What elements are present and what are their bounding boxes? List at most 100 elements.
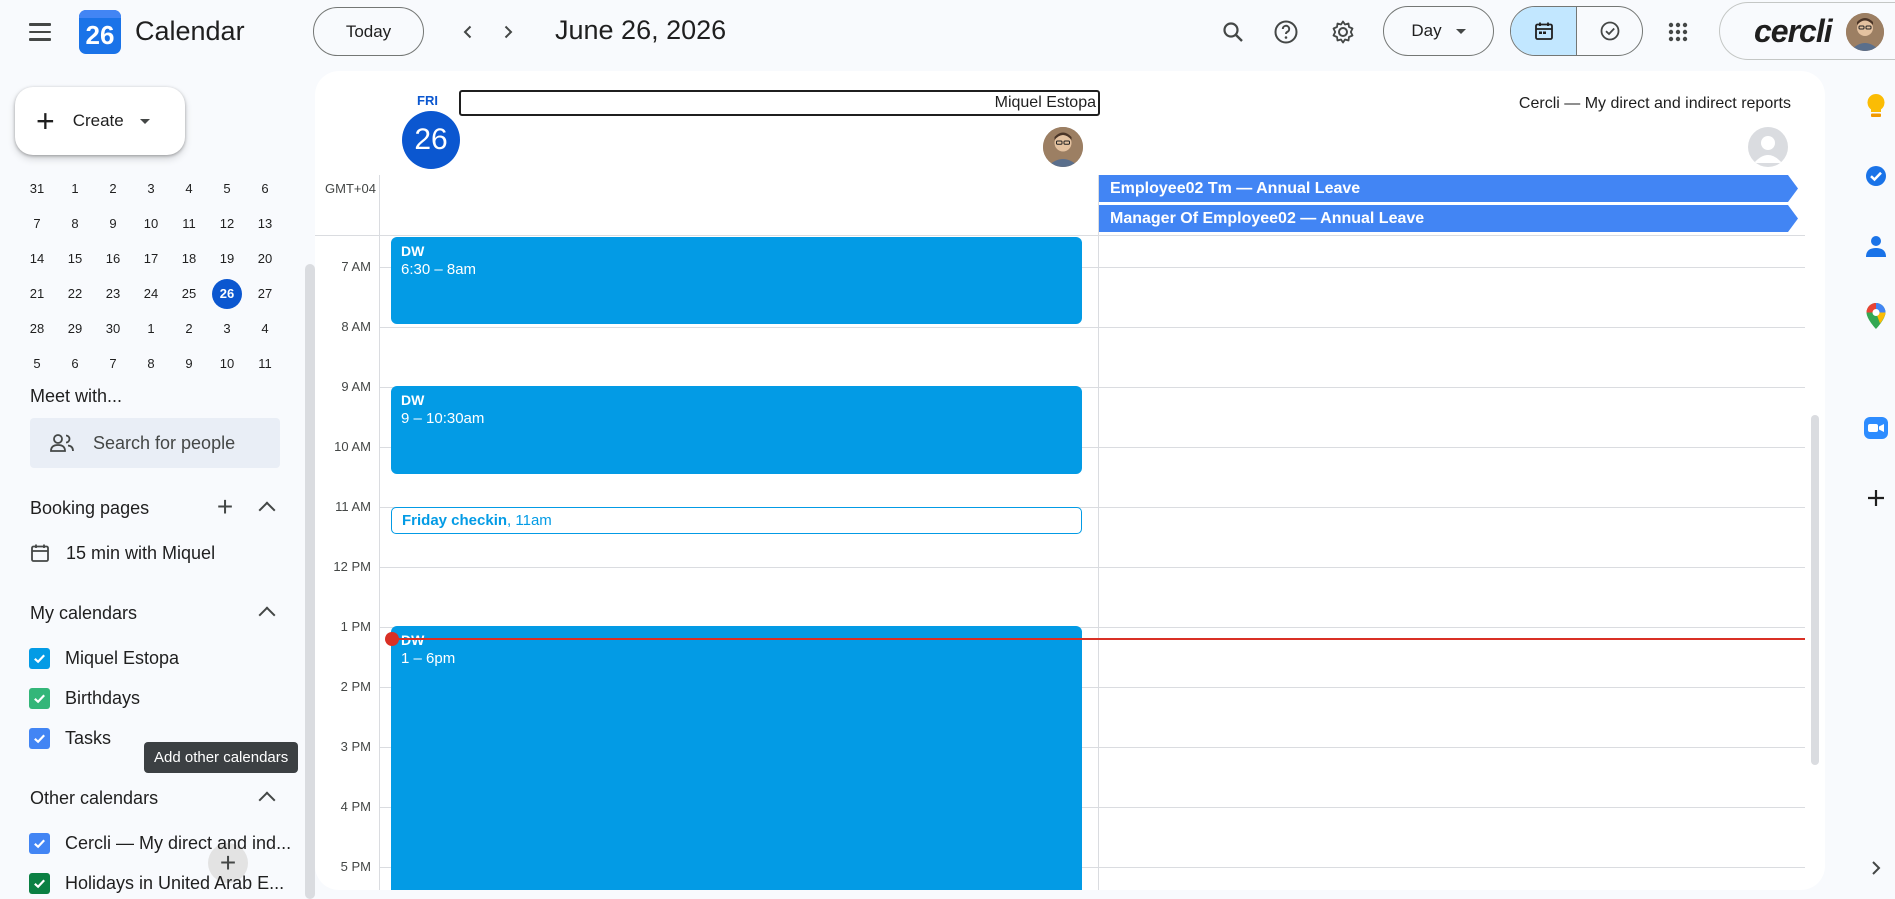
checkbox-checked-icon[interactable] <box>29 687 50 709</box>
column-person-name: Miquel Estopa <box>459 90 1100 116</box>
all-day-event[interactable]: Manager Of Employee02 — Annual Leave <box>1098 205 1798 232</box>
mini-calendar-day[interactable]: 23 <box>94 276 132 311</box>
hour-label: 10 AM <box>334 439 371 454</box>
search-people-input[interactable]: Search for people <box>30 418 280 468</box>
mini-calendar-day[interactable]: 11 <box>170 206 208 241</box>
checkbox-checked-icon[interactable] <box>29 872 50 894</box>
day-number-button[interactable]: 26 <box>402 111 460 169</box>
calendar-list-item[interactable]: Miquel Estopa <box>29 643 179 673</box>
all-day-event[interactable]: Employee02 Tm — Annual Leave <box>1098 175 1798 202</box>
tasks-check-icon[interactable] <box>1862 162 1890 190</box>
checkbox-checked-icon[interactable] <box>29 832 50 854</box>
mini-calendar-day[interactable]: 21 <box>18 276 56 311</box>
mini-calendar-day[interactable]: 3 <box>208 311 246 346</box>
apps-grid-icon[interactable] <box>1658 12 1698 52</box>
mini-calendar-week: 31 1 2 3 4 5 6 <box>18 171 286 206</box>
mini-calendar-day[interactable]: 9 <box>170 346 208 381</box>
today-button[interactable]: Today <box>313 7 424 56</box>
mini-calendar-day[interactable]: 14 <box>18 241 56 276</box>
collapse-other-calendars-button[interactable] <box>252 782 282 812</box>
mini-calendar-day[interactable]: 5 <box>18 346 56 381</box>
mini-calendar-day[interactable]: 24 <box>132 276 170 311</box>
mini-calendar-day[interactable]: 3 <box>132 171 170 206</box>
account-switcher[interactable]: cercli <box>1719 2 1895 60</box>
chevron-up-icon <box>258 606 276 624</box>
mini-calendar-day[interactable]: 9 <box>94 206 132 241</box>
grid-scrollbar[interactable] <box>1811 415 1819 765</box>
mini-calendar-day[interactable]: 8 <box>56 206 94 241</box>
mini-calendar-day[interactable]: 27 <box>246 276 284 311</box>
account-brand-logo: cercli <box>1754 12 1833 49</box>
mini-calendar-day[interactable]: 1 <box>56 171 94 206</box>
mini-calendar-day[interactable]: 2 <box>170 311 208 346</box>
mini-calendar-day[interactable]: 25 <box>170 276 208 311</box>
mini-calendar-day[interactable]: 2 <box>94 171 132 206</box>
view-switcher-dropdown[interactable]: Day <box>1383 6 1494 56</box>
mini-calendar-day[interactable]: 13 <box>246 206 284 241</box>
add-addon-icon[interactable] <box>1862 484 1890 512</box>
mini-calendar-day[interactable]: 17 <box>132 241 170 276</box>
calendar-list-item[interactable]: Tasks <box>29 723 111 753</box>
event-dw-afternoon[interactable]: DW 1 – 6pm <box>391 626 1082 890</box>
mini-calendar-day[interactable]: 16 <box>94 241 132 276</box>
help-icon[interactable] <box>1266 12 1306 52</box>
mini-calendar-day[interactable]: 19 <box>208 241 246 276</box>
hour-gridline <box>379 567 1805 568</box>
mini-calendar-day[interactable]: 31 <box>18 171 56 206</box>
group-avatar-icon[interactable] <box>1748 127 1788 167</box>
mini-calendar-day[interactable]: 30 <box>94 311 132 346</box>
calendar-logo[interactable]: 26 <box>79 10 121 54</box>
mini-calendar-day[interactable]: 7 <box>94 346 132 381</box>
mini-calendar-day[interactable]: 4 <box>246 311 284 346</box>
user-avatar[interactable] <box>1846 13 1884 51</box>
calendar-view-icon[interactable] <box>1511 7 1577 55</box>
mini-calendar-day[interactable]: 8 <box>132 346 170 381</box>
chevron-right-icon[interactable] <box>490 14 526 50</box>
mini-calendar-day-label: 20 <box>257 251 273 266</box>
mini-calendar-day[interactable]: 10 <box>132 206 170 241</box>
booking-page-item[interactable]: 15 min with Miquel <box>29 538 215 568</box>
calendar-list-item[interactable]: Cercli — My direct and ind... <box>29 828 291 858</box>
collapse-booking-pages-button[interactable] <box>252 492 282 522</box>
sidebar-scrollbar[interactable] <box>305 264 315 899</box>
create-button[interactable]: + Create <box>15 87 185 155</box>
collapse-my-calendars-button[interactable] <box>252 597 282 627</box>
checkbox-checked-icon[interactable] <box>29 727 50 749</box>
search-icon[interactable] <box>1213 12 1253 52</box>
checkbox-checked-icon[interactable] <box>29 647 50 669</box>
main-menu-icon[interactable] <box>20 14 60 50</box>
mini-calendar-day[interactable]: 12 <box>208 206 246 241</box>
mini-calendar-day[interactable]: 7 <box>18 206 56 241</box>
mini-calendar-day[interactable]: 18 <box>170 241 208 276</box>
person-avatar[interactable] <box>1043 127 1083 167</box>
mini-calendar-day[interactable]: 4 <box>170 171 208 206</box>
calendar-list-item[interactable]: Holidays in United Arab E... <box>29 868 284 898</box>
mini-calendar-day[interactable]: 28 <box>18 311 56 346</box>
mini-calendar-day[interactable]: 5 <box>208 171 246 206</box>
mini-calendar-day[interactable]: 20 <box>246 241 284 276</box>
mini-calendar-day[interactable]: 1 <box>132 311 170 346</box>
mini-calendar-day[interactable]: 15 <box>56 241 94 276</box>
keep-bulb-icon[interactable] <box>1862 92 1890 120</box>
expand-side-panel-icon[interactable] <box>1862 854 1890 882</box>
mini-calendar-day[interactable]: 6 <box>56 346 94 381</box>
calendar-list-label: Miquel Estopa <box>65 647 180 668</box>
chevron-left-icon[interactable] <box>450 14 486 50</box>
maps-pin-icon[interactable] <box>1862 302 1890 330</box>
mini-calendar-day[interactable]: 11 <box>246 346 284 381</box>
event-dw-midmorning[interactable]: DW 9 – 10:30am <box>391 386 1082 474</box>
mini-calendar-day[interactable]: 26 <box>208 276 246 311</box>
tasks-view-icon[interactable] <box>1577 7 1642 55</box>
mini-calendar-day[interactable]: 29 <box>56 311 94 346</box>
mini-calendar-day[interactable]: 6 <box>246 171 284 206</box>
mini-calendar-day[interactable]: 22 <box>56 276 94 311</box>
mini-calendar-day-label: 7 <box>33 216 41 231</box>
event-friday-checkin[interactable]: Friday checkin, 11am <box>391 507 1082 534</box>
add-booking-page-button[interactable]: + <box>210 492 240 522</box>
calendar-list-item[interactable]: Birthdays <box>29 683 140 713</box>
contacts-person-icon[interactable] <box>1862 232 1890 260</box>
mini-calendar-day[interactable]: 10 <box>208 346 246 381</box>
settings-gear-icon[interactable] <box>1323 12 1363 52</box>
zoom-video-icon[interactable] <box>1862 414 1890 442</box>
event-dw-morning[interactable]: DW 6:30 – 8am <box>391 237 1082 324</box>
